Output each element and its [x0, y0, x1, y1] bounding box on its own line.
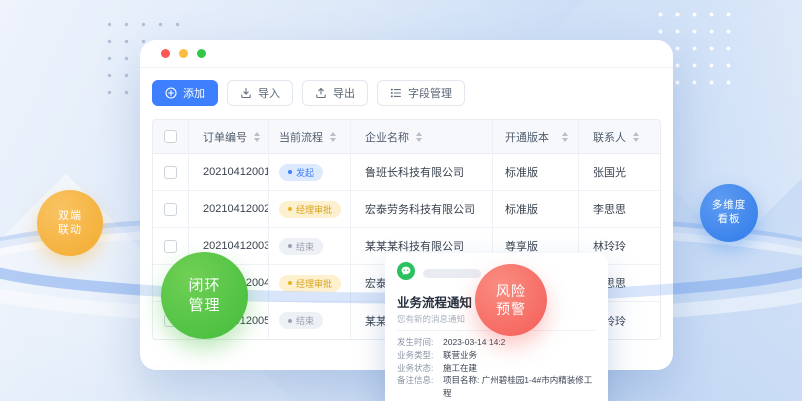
field-management-button[interactable]: 字段管理: [377, 80, 465, 106]
contact-cell: 张国光: [579, 154, 660, 190]
flow-status-badge: 发起: [279, 164, 323, 181]
row-checkbox[interactable]: [164, 203, 177, 216]
col-header-order-no: 订单编号: [189, 120, 269, 153]
table-header-row: 订单编号 当前流程 企业名称 开通版本 联系人: [153, 120, 660, 154]
notification-field: 业务类型: 联营业务: [397, 349, 596, 362]
table-row[interactable]: 20210412002 经理审批 宏泰劳务科技有限公司 标准版 李思思: [153, 191, 660, 228]
close-window-dot[interactable]: [161, 49, 170, 58]
company-cell: 鲁班长科技有限公司: [351, 154, 493, 190]
chat-icon: [397, 262, 415, 285]
list-icon: [390, 87, 402, 99]
version-cell: 标准版: [493, 154, 579, 190]
row-checkbox[interactable]: [164, 166, 177, 179]
flow-status-badge: 结束: [279, 238, 323, 255]
flow-status-badge: 经理审批: [279, 201, 341, 218]
company-cell: 宏泰劳务科技有限公司: [351, 191, 493, 227]
col-header-contact: 联系人: [579, 120, 660, 153]
col-header-company: 企业名称: [351, 120, 493, 153]
flow-status-badge: 结束: [279, 312, 323, 329]
plus-circle-icon: [165, 87, 177, 99]
sort-icon[interactable]: [330, 132, 336, 142]
table-row[interactable]: 20210412001 发起 鲁班长科技有限公司 标准版 张国光: [153, 154, 660, 191]
col-header-version: 开通版本: [493, 120, 579, 153]
import-button[interactable]: 导入: [227, 80, 293, 106]
window-titlebar: [140, 40, 673, 68]
scene: 添加 导入 导出 字段管理: [0, 0, 802, 401]
version-cell: 标准版: [493, 191, 579, 227]
notification-field: 业务状态: 施工在建: [397, 362, 596, 375]
download-icon: [240, 87, 252, 99]
select-all-checkbox[interactable]: [164, 130, 177, 143]
row-checkbox[interactable]: [164, 240, 177, 253]
feature-badge-closed-loop: 闭环 管理: [161, 252, 248, 339]
export-button[interactable]: 导出: [302, 80, 368, 106]
col-header-flow: 当前流程: [269, 120, 351, 153]
placeholder-bar: [423, 269, 481, 278]
order-no-cell: 20210412001: [189, 154, 269, 190]
import-button-label: 导入: [258, 85, 280, 101]
add-button-label: 添加: [183, 85, 205, 101]
status-dot: [288, 244, 292, 248]
sort-icon[interactable]: [416, 132, 422, 142]
sort-icon[interactable]: [633, 132, 639, 142]
toolbar: 添加 导入 导出 字段管理: [152, 80, 673, 106]
field-management-button-label: 字段管理: [408, 85, 452, 101]
status-dot: [288, 170, 292, 174]
status-dot: [288, 281, 292, 285]
minimize-window-dot[interactable]: [179, 49, 188, 58]
upload-icon: [315, 87, 327, 99]
status-dot: [288, 319, 292, 323]
flow-status-badge: 经理审批: [279, 275, 341, 292]
add-button[interactable]: 添加: [152, 80, 218, 106]
contact-cell: 李思思: [579, 191, 660, 227]
feature-badge-dual-linkage: 双端 联动: [37, 190, 103, 256]
notification-remark: 备注信息: 项目名称: 广州碧桂园1-4#市内精装修工程 合同名称: 广州碧桂园…: [397, 374, 596, 401]
export-button-label: 导出: [333, 85, 355, 101]
feature-badge-risk-warning: 风险 预警: [475, 264, 547, 336]
sort-icon[interactable]: [254, 132, 260, 142]
maximize-window-dot[interactable]: [197, 49, 206, 58]
status-dot: [288, 207, 292, 211]
order-no-cell: 20210412002: [189, 191, 269, 227]
notification-field: 发生时间: 2023-03-14 14:2: [397, 336, 596, 349]
feature-badge-multidim-board: 多维度 看板: [700, 184, 758, 242]
sort-icon[interactable]: [562, 132, 568, 142]
